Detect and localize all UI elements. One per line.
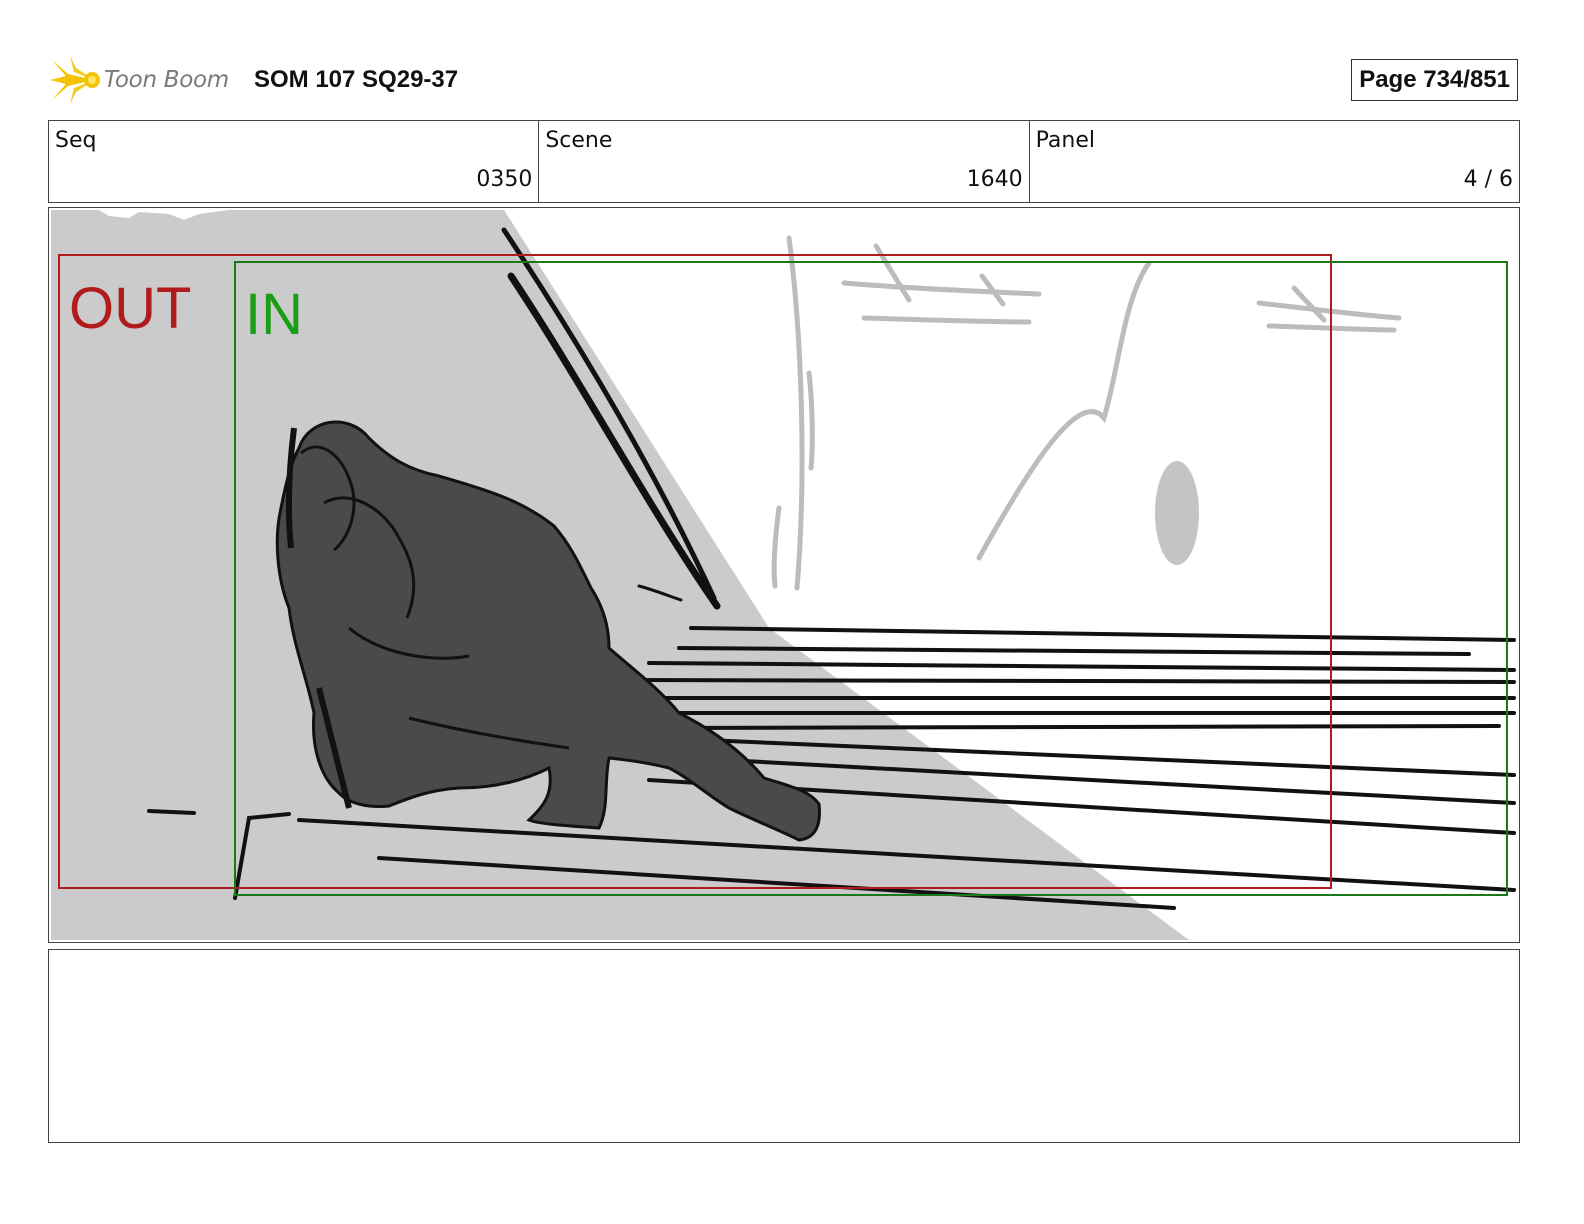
panel-value: 4 / 6	[1463, 167, 1513, 192]
sketch-drawing: OUT IN	[51, 210, 1516, 940]
starburst-icon	[50, 56, 100, 104]
scene-label: Scene	[545, 128, 613, 153]
toon-boom-logo: Toon Boom	[48, 52, 229, 108]
storyboard-panel-image: OUT IN	[48, 207, 1520, 943]
page-header: Toon Boom SOM 107 SQ29-37 Page 734/851	[48, 52, 1520, 108]
panel-info-table: Seq 0350 Scene 1640 Panel 4 / 6	[48, 120, 1520, 203]
project-title: SOM 107 SQ29-37	[254, 66, 459, 93]
panel-notes-box	[48, 949, 1520, 1143]
scene-value: 1640	[966, 167, 1023, 192]
seq-cell: Seq 0350	[49, 121, 540, 202]
in-label: IN	[245, 282, 303, 347]
background-sketch-lines	[771, 235, 1402, 591]
page-indicator: Page 734/851	[1351, 59, 1518, 101]
seq-value: 0350	[476, 167, 533, 192]
scene-cell: Scene 1640	[539, 121, 1030, 202]
seq-label: Seq	[55, 128, 97, 153]
background-grey-blob	[1155, 461, 1199, 565]
panel-cell: Panel 4 / 6	[1030, 121, 1519, 202]
logo-wordmark: Toon Boom	[104, 67, 229, 93]
out-label: OUT	[69, 276, 191, 341]
panel-label: Panel	[1035, 128, 1096, 153]
